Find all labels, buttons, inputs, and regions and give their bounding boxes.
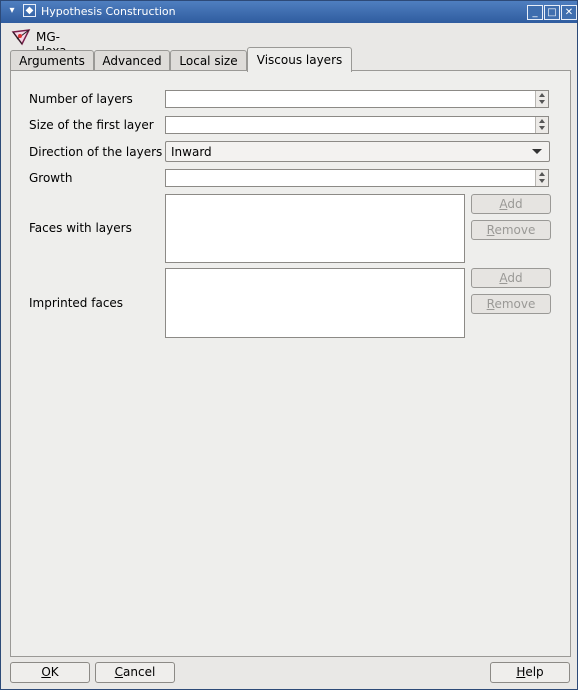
chevron-down-icon[interactable] [532,149,542,154]
tab-advanced[interactable]: Advanced [94,50,170,71]
tab-arguments[interactable]: Arguments [10,50,94,71]
growth-label: Growth [29,171,73,185]
decrement-arrow-icon[interactable] [539,126,545,130]
number-of-layers-stepper[interactable] [535,91,548,107]
title-bar[interactable]: ▾ ◆ Hypothesis Construction _ □ ✕ [1,1,577,23]
tab-viscous-layers[interactable]: Viscous layers [247,47,352,72]
growth-spinbox[interactable] [165,169,549,187]
increment-arrow-icon[interactable] [539,172,545,176]
increment-arrow-icon[interactable] [539,93,545,97]
close-button[interactable]: ✕ [561,5,577,20]
faces-with-layers-label: Faces with layers [29,221,132,235]
number-of-layers-spinbox[interactable] [165,90,549,108]
imprinted-faces-list[interactable] [165,268,465,338]
number-of-layers-label: Number of layers [29,92,133,106]
help-button[interactable]: Help [490,662,570,683]
decrement-arrow-icon[interactable] [539,179,545,183]
window-menu-icon[interactable]: ▾ [5,4,19,18]
tab-local-size[interactable]: Local size [170,50,247,71]
faces-with-layers-list[interactable] [165,194,465,263]
size-first-layer-label: Size of the first layer [29,118,154,132]
faces-add-button[interactable]: Add [471,194,551,214]
window-title: Hypothesis Construction [41,5,176,18]
imprinted-remove-button[interactable]: Remove [471,294,551,314]
sticky-icon[interactable]: ◆ [23,4,36,17]
imprinted-add-button[interactable]: Add [471,268,551,288]
direction-value: Inward [171,145,212,159]
cancel-button[interactable]: Cancel [95,662,175,683]
direction-label: Direction of the layers [29,145,163,159]
increment-arrow-icon[interactable] [539,119,545,123]
imprinted-faces-label: Imprinted faces [29,296,124,310]
growth-stepper[interactable] [535,170,548,186]
faces-remove-button[interactable]: Remove [471,220,551,240]
direction-combobox[interactable]: Inward [165,141,550,162]
decrement-arrow-icon[interactable] [539,100,545,104]
ok-button[interactable]: OK [10,662,90,683]
size-first-layer-spinbox[interactable] [165,116,549,134]
minimize-button[interactable]: _ [527,5,543,20]
maximize-button[interactable]: □ [544,5,560,20]
size-first-layer-stepper[interactable] [535,117,548,133]
dialog-window: ▾ ◆ Hypothesis Construction _ □ ✕ MG-Hex… [0,0,578,690]
mg-hexa-logo-icon [11,29,31,46]
